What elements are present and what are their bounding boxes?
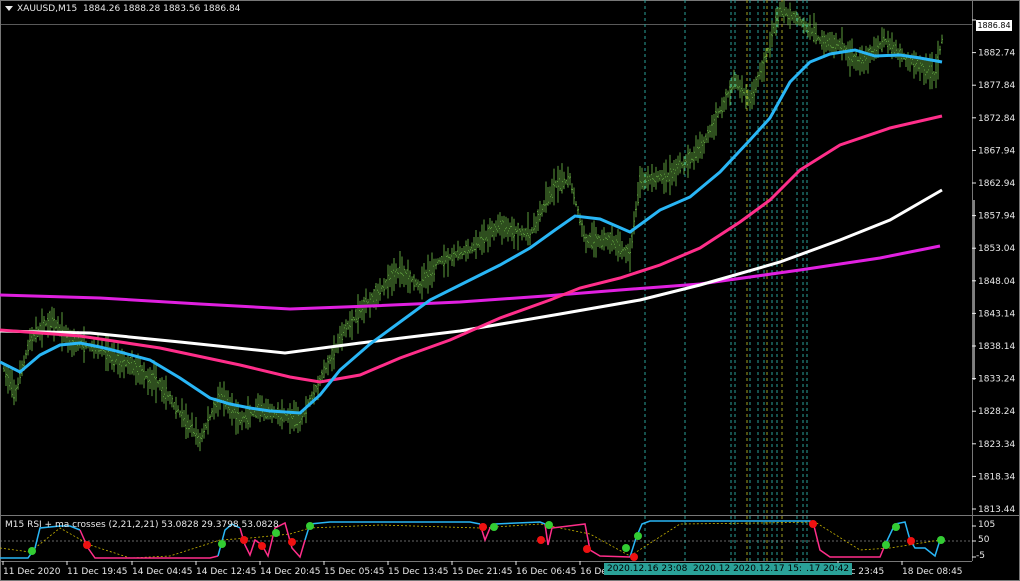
time-highlight-2: 2020.12 2020.12.17 15:18 <box>690 563 817 575</box>
cross-down-dot <box>907 537 915 545</box>
price-axis: 1882.74 1877.84 1872.84 1867.94 1862.94 1857.… <box>972 19 1015 515</box>
time-tick-label: 14 Dec 20:45 <box>260 567 321 577</box>
indicator-title: M15 RSI + ma crosses (2,21,2,21) 53.0828… <box>5 520 279 530</box>
rsi-level-50: 50 <box>978 535 990 545</box>
cross-up-dot <box>306 522 314 530</box>
cross-up-dot <box>622 544 630 552</box>
price-tick-label: 1862.94 <box>978 179 1015 189</box>
cross-up-dot <box>218 540 226 548</box>
ohlc-values: 1884.26 1888.28 1883.56 1886.84 <box>82 4 241 14</box>
cross-down-dot <box>288 538 296 546</box>
rsi-level-minus5: -5 <box>976 551 985 561</box>
cross-down-dot <box>83 541 91 549</box>
cross-up-dot <box>937 536 945 544</box>
time-tick-label: 18 Dec 08:45 <box>902 567 963 577</box>
price-tick-label: 1838.14 <box>978 342 1015 352</box>
ma-mid-line <box>0 114 943 384</box>
price-tick-label: 1848.04 <box>978 277 1015 287</box>
cross-down-dot <box>809 520 817 528</box>
price-tick-label: 1872.84 <box>978 114 1015 124</box>
cross-up-dot <box>882 541 890 549</box>
price-tick-label: 1818.34 <box>978 472 1015 482</box>
price-candles <box>3 0 943 452</box>
cross-down-dot <box>630 553 638 561</box>
symbol-name: XAUUSD,M15 <box>17 4 78 14</box>
ma-fast-line <box>0 48 943 415</box>
cross-up-dot <box>634 532 642 540</box>
time-highlight-3: .17 20:42 <box>803 563 853 575</box>
cross-down-dot <box>537 536 545 544</box>
cross-up-dot <box>272 529 280 537</box>
cross-down-dot <box>583 545 591 553</box>
price-tick-label: 1867.94 <box>978 146 1015 156</box>
time-tick-label: 16 Dec 06:45 <box>516 567 577 577</box>
cross-up-dot <box>28 547 36 555</box>
time-tick-label: 14 Dec 12:45 <box>196 567 257 577</box>
price-tick-label: 1828.24 <box>978 407 1015 417</box>
dropdown-arrow-icon[interactable] <box>5 6 13 11</box>
chart-canvas[interactable]: 1882.74 1877.84 1872.84 1867.94 1862.94 1857.… <box>0 0 1020 581</box>
time-tick-label: 11 Dec 19:45 <box>67 567 128 577</box>
rsi-level-105: 105 <box>978 520 996 530</box>
time-tick-label: 14 Dec 04:45 <box>132 567 193 577</box>
cross-up-dot <box>490 523 498 531</box>
price-tick-label: 1843.14 <box>978 309 1015 319</box>
time-highlight-1: 2020.12.16 23:08 <box>604 563 691 575</box>
symbol-header[interactable]: XAUUSD,M15 1884.26 1888.28 1883.56 1886.… <box>5 4 240 14</box>
price-tick-label: 1877.84 <box>978 81 1015 91</box>
cross-up-dot <box>892 523 900 531</box>
cross-down-dot <box>258 542 266 550</box>
ma-slow-line <box>0 188 943 355</box>
time-tick-label: 15 Dec 13:45 <box>388 567 449 577</box>
price-tick-label: 1882.74 <box>978 49 1015 59</box>
price-tick-label: 1823.34 <box>978 440 1015 450</box>
price-tick-label: 1853.04 <box>978 244 1015 254</box>
price-tick-label: 1813.44 <box>978 505 1015 515</box>
cross-down-dot <box>240 536 248 544</box>
time-tick-label: 11 Dec 2020 <box>3 567 61 577</box>
cross-down-dot <box>479 523 487 531</box>
price-tick-label: 1857.94 <box>978 212 1015 222</box>
current-price-tag: 1886.84 <box>976 20 1012 31</box>
cross-up-dot <box>545 521 553 529</box>
window-frame <box>0 0 1020 581</box>
price-tick-label: 1833.24 <box>978 375 1015 385</box>
time-tick-label: 15 Dec 21:45 <box>452 567 513 577</box>
time-tick-label: 15 Dec 05:45 <box>324 567 385 577</box>
